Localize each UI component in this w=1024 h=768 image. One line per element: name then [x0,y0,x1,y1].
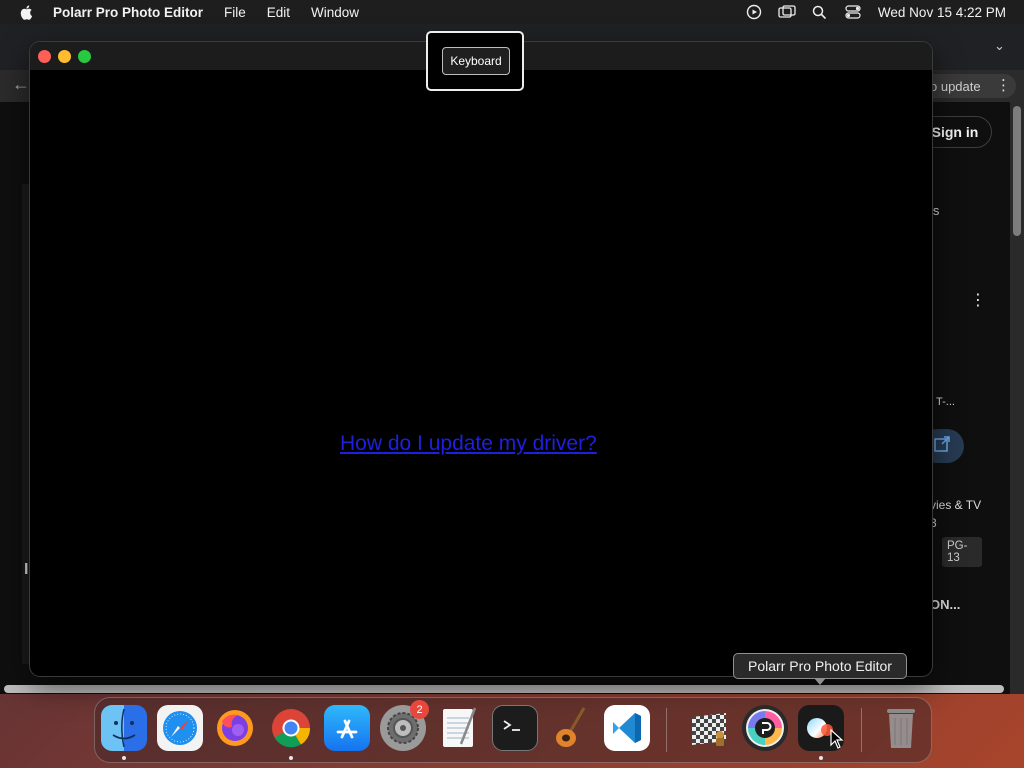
minimize-window-button[interactable] [58,50,71,63]
page-text-fragment: I [24,561,29,578]
screen-mirror-icon[interactable] [778,4,796,20]
page-text-fragment: T-... [936,396,955,408]
finder-icon[interactable] [101,705,147,751]
notification-badge: 2 [410,700,429,719]
system-settings-icon[interactable]: 2 [380,700,429,751]
update-driver-link[interactable]: How do I update my driver? [340,432,597,456]
screen-record-icon[interactable] [745,4,763,20]
dock-separator [666,708,667,752]
chevron-down-icon[interactable]: ⌄ [994,38,1005,54]
vscode-icon[interactable] [604,705,650,751]
app-store-icon[interactable] [324,705,370,751]
polarr-app-window: How do I update my driver? [30,42,932,676]
apple-menu-icon[interactable] [19,4,35,20]
keyboard-popup: Keyboard [426,31,524,91]
running-indicator [819,756,823,760]
page-text-fragment: ON... [930,597,961,612]
control-center-icon[interactable] [844,4,862,20]
content-rating-text: PG- 13 [947,540,968,564]
back-arrow-icon[interactable]: ← [12,74,30,95]
dock-separator [861,708,862,752]
mouse-pointer-icon [830,728,844,754]
edit-menu[interactable]: Edit [267,5,290,20]
polarr-icon[interactable] [742,705,788,751]
dock-tooltip: Polarr Pro Photo Editor [733,653,907,679]
running-indicator [122,756,126,760]
app-name-menu[interactable]: Polarr Pro Photo Editor [53,5,203,20]
window-menu[interactable]: Window [311,5,359,20]
firefox-icon[interactable] [212,705,258,751]
dock-tooltip-arrow [814,678,826,685]
page-text-fragment: vies & TV [930,498,982,512]
zoom-window-button[interactable] [78,50,91,63]
dock: 2 [94,697,932,763]
safari-icon[interactable] [157,705,203,751]
menu-bar: Polarr Pro Photo Editor File Edit Window… [0,0,1024,24]
browser-menu-icon[interactable]: ⋮ [996,76,1011,94]
garageband-icon[interactable] [548,705,594,751]
content-rating-badge: PG- 13 [942,537,982,567]
vertical-scroll-thumb[interactable] [1013,106,1021,236]
chess-icon[interactable] [686,705,732,751]
menu-bar-clock[interactable]: Wed Nov 15 4:22 PM [878,5,1006,20]
external-link-icon [933,435,951,458]
horizontal-scrollbar[interactable] [4,685,1004,693]
running-indicator [289,756,293,760]
more-options-icon[interactable]: ⋮ [970,290,986,310]
chrome-icon[interactable] [268,705,314,751]
spotlight-search-icon[interactable] [811,4,829,20]
terminal-icon[interactable] [492,705,538,751]
close-window-button[interactable] [38,50,51,63]
trash-icon[interactable] [878,705,924,751]
file-menu[interactable]: File [224,5,246,20]
keyboard-button[interactable]: Keyboard [442,47,510,75]
textedit-icon[interactable] [436,705,482,751]
